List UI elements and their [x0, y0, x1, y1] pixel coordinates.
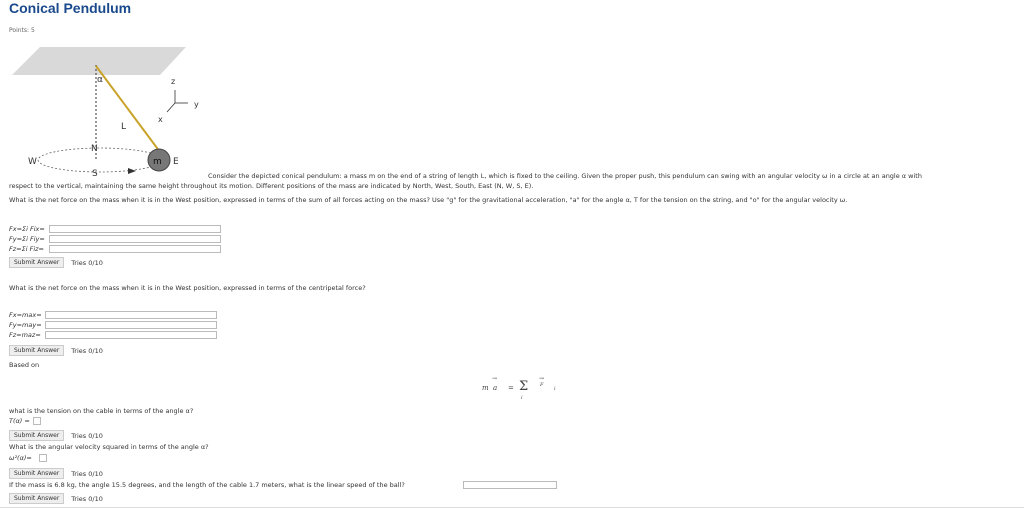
q5-block: If the mass is 6.8 kg, the angle 15.5 de…: [9, 480, 557, 504]
submit-answer-button[interactable]: Submit Answer: [9, 345, 65, 356]
north-label: N: [91, 144, 98, 154]
tension-input[interactable]: [33, 417, 41, 425]
field-label: Fz=Σi Fiz=: [9, 245, 44, 253]
submit-answer-button[interactable]: Submit Answer: [9, 430, 65, 441]
q2-submit-row: Submit Answer Tries 0/10: [9, 345, 217, 356]
east-label: E: [173, 157, 179, 167]
question-2: What is the net force on the mass when i…: [9, 284, 366, 292]
x-axis: [166, 102, 176, 113]
bottom-divider: [0, 507, 1024, 508]
q4-field-row: ω²(α)=: [9, 453, 103, 463]
newton-equation: m → a = Σ i → F i: [482, 375, 572, 405]
field-label: Fy=Σi Fiy=: [9, 235, 45, 243]
question-3: what is the tension on the cable in term…: [9, 407, 194, 415]
question-5: If the mass is 6.8 kg, the angle 15.5 de…: [9, 481, 405, 489]
submit-answer-button[interactable]: Submit Answer: [9, 493, 65, 504]
q4-block: ω²(α)= Submit Answer Tries 0/10: [9, 453, 103, 479]
y-axis-label: y: [194, 100, 199, 109]
field-label: ω²(α)=: [9, 454, 32, 462]
tries-counter: Tries 0/10: [71, 494, 103, 503]
field-label: Fx=Σi Fix=: [9, 225, 45, 233]
q5-field-row: If the mass is 6.8 kg, the angle 15.5 de…: [9, 480, 557, 490]
alpha-label: α: [97, 75, 103, 85]
fy-input[interactable]: [49, 235, 221, 243]
eq-F: F: [540, 382, 544, 388]
page-title: Conical Pendulum: [9, 0, 132, 16]
eq-a: a: [493, 384, 498, 392]
field-label: Fz=maz=: [9, 331, 41, 339]
field-label: T(α) =: [9, 417, 30, 425]
fx-input[interactable]: [49, 225, 221, 233]
points-label: Points: 5: [9, 27, 35, 34]
fx-centripetal-input[interactable]: [45, 311, 217, 319]
z-axis-label: z: [171, 77, 175, 86]
vector-arrow-icon: →: [539, 375, 545, 382]
submit-answer-button[interactable]: Submit Answer: [9, 257, 65, 268]
q4-submit-row: Submit Answer Tries 0/10: [9, 468, 103, 479]
orbit-ellipse: [37, 147, 163, 173]
q1-fields: Fx=Σi Fix= Fy=Σi Fiy= Fz=Σi Fiz= Submit …: [9, 224, 221, 268]
length-label: L: [121, 122, 126, 132]
tries-counter: Tries 0/10: [71, 258, 103, 267]
direction-arrow: [128, 168, 136, 174]
south-label: S: [92, 169, 98, 179]
linear-speed-input[interactable]: [463, 481, 557, 489]
q2-field-row: Fz=maz=: [9, 330, 217, 340]
tries-counter: Tries 0/10: [71, 431, 103, 440]
eq-equals: =: [508, 384, 514, 392]
eq-i: i: [554, 386, 556, 392]
based-on-text: Based on: [9, 361, 40, 369]
question-4: What is the angular velocity squared in …: [9, 443, 209, 451]
eq-sigma: Σ: [519, 379, 529, 394]
mass-label: m: [153, 157, 162, 167]
q1-submit-row: Submit Answer Tries 0/10: [9, 257, 221, 268]
pendulum-string: [95, 65, 161, 153]
pendulum-diagram: m α L N S W E z y x: [12, 47, 199, 179]
intro-line-2: respect to the vertical, maintaining the…: [9, 182, 534, 190]
intro-line-1: Consider the depicted conical pendulum: …: [208, 172, 922, 180]
q2-field-row: Fy=may=: [9, 320, 217, 330]
eq-m: m: [482, 384, 489, 392]
q3-submit-row: Submit Answer Tries 0/10: [9, 430, 103, 441]
west-label: W: [28, 157, 37, 167]
q3-field-row: T(α) =: [9, 416, 103, 426]
q1-field-row: Fx=Σi Fix=: [9, 224, 221, 234]
fy-centripetal-input[interactable]: [45, 321, 217, 329]
q3-block: T(α) = Submit Answer Tries 0/10: [9, 416, 103, 441]
fz-input[interactable]: [49, 245, 221, 253]
q5-submit-row: Submit Answer Tries 0/10: [9, 493, 557, 504]
q2-field-row: Fx=max=: [9, 310, 217, 320]
q1-field-row: Fy=Σi Fiy=: [9, 234, 221, 244]
eq-sum-index: i: [521, 395, 523, 401]
tries-counter: Tries 0/10: [71, 469, 103, 478]
field-label: Fx=max=: [9, 311, 42, 319]
x-axis-label: x: [158, 115, 163, 124]
angular-velocity-input[interactable]: [39, 454, 47, 462]
question-1: What is the net force on the mass when i…: [9, 196, 848, 204]
fz-centripetal-input[interactable]: [45, 331, 217, 339]
vector-arrow-icon: →: [492, 375, 498, 382]
tries-counter: Tries 0/10: [71, 346, 103, 355]
q1-field-row: Fz=Σi Fiz=: [9, 244, 221, 254]
field-label: Fy=may=: [9, 321, 42, 329]
q2-fields: Fx=max= Fy=may= Fz=maz= Submit Answer Tr…: [9, 310, 217, 356]
submit-answer-button[interactable]: Submit Answer: [9, 468, 65, 479]
